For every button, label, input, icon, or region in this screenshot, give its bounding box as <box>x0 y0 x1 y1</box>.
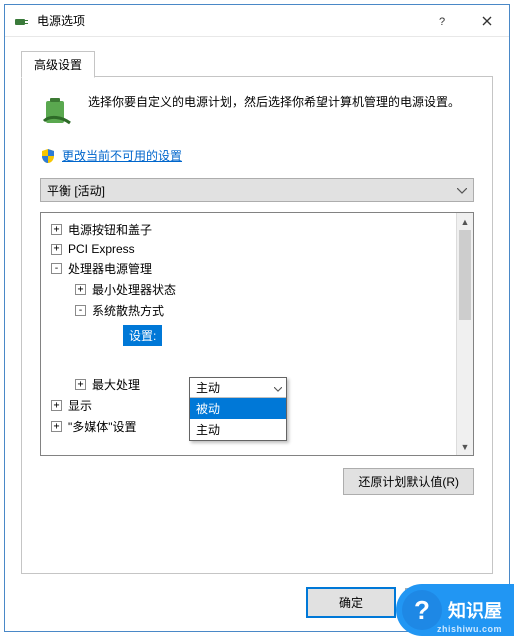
power-plug-icon <box>13 13 29 29</box>
tree-node-processor-power[interactable]: - 处理器电源管理 <box>45 258 452 279</box>
scroll-thumb[interactable] <box>459 230 471 320</box>
expand-icon[interactable]: + <box>51 400 62 411</box>
dropdown-option-active[interactable]: 主动 <box>190 419 286 440</box>
tree-node-power-buttons-lid[interactable]: + 电源按钮和盖子 <box>45 219 452 240</box>
intro-row: 选择你要自定义的电源计划，然后选择你希望计算机管理的电源设置。 <box>40 93 474 129</box>
close-button[interactable] <box>464 6 509 36</box>
power-plan-select[interactable]: 平衡 [活动] <box>40 178 474 202</box>
restore-row: 还原计划默认值(R) <box>40 468 474 495</box>
ok-button[interactable]: 确定 <box>307 588 395 617</box>
expand-icon[interactable]: + <box>51 224 62 235</box>
restore-defaults-button[interactable]: 还原计划默认值(R) <box>343 468 474 495</box>
dropdown-current[interactable]: 主动 <box>190 378 286 398</box>
svg-text:?: ? <box>439 16 445 26</box>
tab-advanced-settings[interactable]: 高级设置 <box>21 51 95 78</box>
watermark-badge: ? 知识屋 zhishiwu.com <box>396 584 514 636</box>
cooling-policy-setting-row: 设置: <box>45 325 452 346</box>
help-button[interactable]: ? <box>419 6 464 36</box>
tree-scrollbar[interactable]: ▲ ▼ <box>456 213 473 455</box>
watermark-text: 知识屋 <box>448 597 502 623</box>
chevron-down-icon <box>457 183 467 197</box>
tab-strip: 高级设置 <box>21 51 493 77</box>
dropdown-value: 主动 <box>196 379 220 396</box>
tree-node-cooling-policy[interactable]: - 系统散热方式 <box>45 300 452 321</box>
collapse-icon[interactable]: - <box>51 263 62 274</box>
dropdown-option-passive[interactable]: 被动 <box>190 398 286 419</box>
uac-link-row: 更改当前不可用的设置 <box>40 147 474 164</box>
power-options-dialog: 电源选项 ? 高级设置 选择你要自定义的电源计划，然后选择你希望计算机管理的电源… <box>4 4 510 632</box>
tree-node-pci-express[interactable]: + PCI Express <box>45 240 452 258</box>
power-plan-value: 平衡 [活动] <box>47 182 105 199</box>
titlebar: 电源选项 ? <box>5 5 509 37</box>
expand-icon[interactable]: + <box>51 421 62 432</box>
dialog-body: 高级设置 选择你要自定义的电源计划，然后选择你希望计算机管理的电源设置。 更改当… <box>5 37 509 631</box>
expand-icon[interactable]: + <box>75 284 86 295</box>
expand-icon[interactable]: + <box>75 379 86 390</box>
chevron-down-icon <box>274 381 282 395</box>
intro-text: 选择你要自定义的电源计划，然后选择你希望计算机管理的电源设置。 <box>88 93 460 129</box>
cooling-policy-dropdown[interactable]: 主动 被动 主动 <box>189 377 287 441</box>
setting-label: 设置: <box>123 325 162 346</box>
shield-icon <box>40 148 56 164</box>
expand-icon[interactable]: + <box>51 244 62 255</box>
tab-panel: 选择你要自定义的电源计划，然后选择你希望计算机管理的电源设置。 更改当前不可用的… <box>21 76 493 574</box>
change-unavailable-settings-link[interactable]: 更改当前不可用的设置 <box>62 147 182 164</box>
collapse-icon[interactable]: - <box>75 305 86 316</box>
scroll-down-arrow-icon[interactable]: ▼ <box>457 438 473 455</box>
battery-icon <box>40 93 76 129</box>
tree-node-min-processor-state[interactable]: + 最小处理器状态 <box>45 279 452 300</box>
watermark-url: zhishiwu.com <box>437 624 502 634</box>
window-title: 电源选项 <box>37 12 419 29</box>
scroll-up-arrow-icon[interactable]: ▲ <box>457 213 473 230</box>
